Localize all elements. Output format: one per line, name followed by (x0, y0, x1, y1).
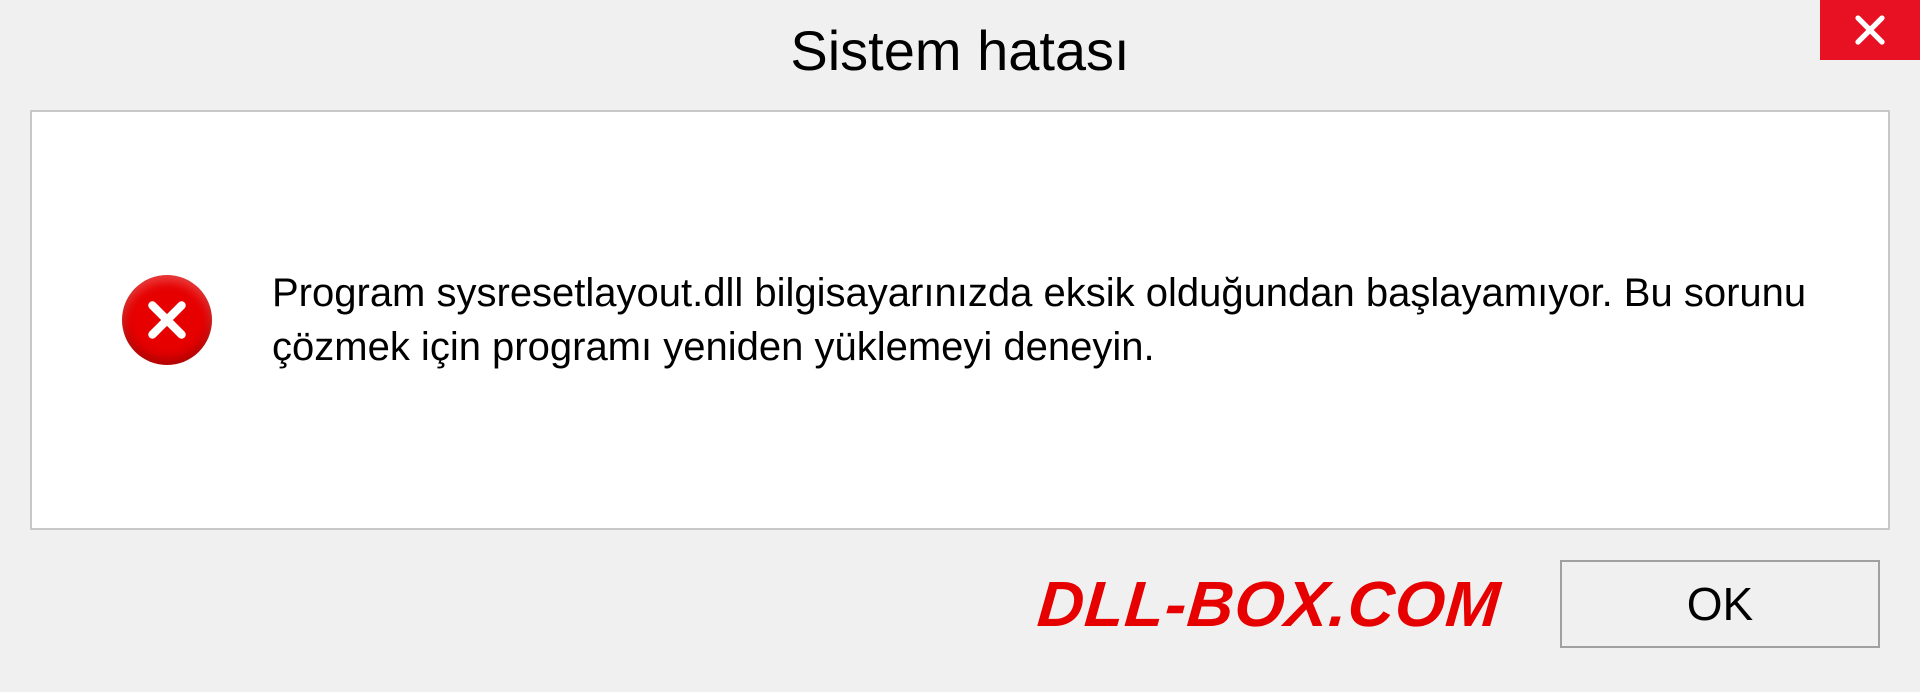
ok-button[interactable]: OK (1560, 560, 1880, 648)
titlebar: Sistem hatası (0, 0, 1920, 100)
message-panel: Program sysresetlayout.dll bilgisayarını… (30, 110, 1890, 530)
watermark-text: DLL-BOX.COM (1034, 567, 1503, 641)
footer-area: DLL-BOX.COM OK (0, 530, 1920, 648)
close-button[interactable] (1820, 0, 1920, 60)
dialog-title: Sistem hatası (790, 18, 1129, 83)
close-icon (1852, 12, 1888, 48)
error-icon (122, 275, 212, 365)
error-message: Program sysresetlayout.dll bilgisayarını… (272, 266, 1888, 374)
